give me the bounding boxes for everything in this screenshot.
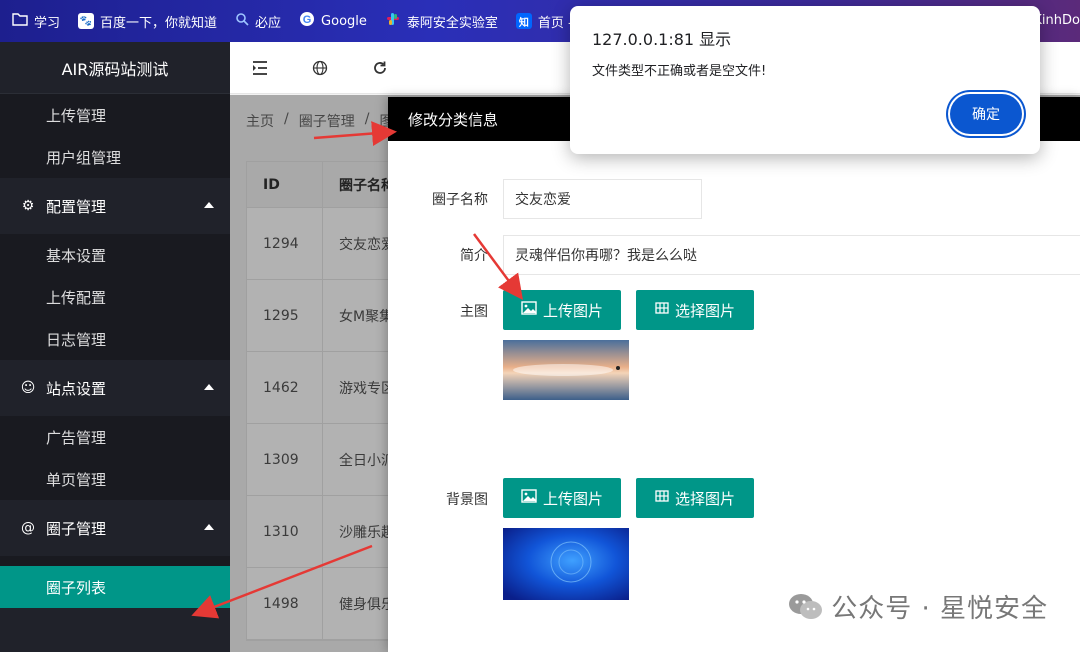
- grid-icon: [655, 302, 669, 318]
- menu-collapse-button[interactable]: [230, 42, 290, 94]
- sidebar-item-circle-list[interactable]: 圈子列表: [0, 566, 230, 608]
- sidebar-item-pages[interactable]: 单页管理: [0, 458, 230, 500]
- refresh-icon: [374, 61, 386, 74]
- caret-up-icon: [204, 384, 214, 390]
- main-image-label: 主图: [460, 304, 488, 320]
- bookmark-bing[interactable]: 必应: [235, 12, 281, 31]
- caret-up-icon: [204, 524, 214, 530]
- bg-image-label: 背景图: [446, 492, 488, 508]
- alert-message: 文件类型不正确或者是空文件!: [592, 64, 767, 79]
- submenu-top: 上传管理 用户组管理: [0, 94, 230, 178]
- upload-bg-image-button[interactable]: 上传图片: [503, 478, 621, 518]
- name-label: 圈子名称: [432, 192, 488, 208]
- bookmark-baidu[interactable]: 🐾 百度一下，你就知道: [78, 12, 217, 31]
- svg-text:G: G: [303, 14, 312, 26]
- select-bg-image-button[interactable]: 选择图片: [636, 478, 754, 518]
- search-icon: [235, 12, 249, 30]
- sidebar-group-site[interactable]: ☺ 站点设置: [0, 360, 230, 416]
- name-input[interactable]: 交友恋爱: [503, 179, 702, 219]
- sidebar: AIR源码站测试 上传管理 用户组管理 ⚙ 配置管理 基本设置 上传配置 日志管…: [0, 42, 230, 652]
- alert-ok-button[interactable]: 确定: [950, 94, 1022, 134]
- sidebar-item-upload-config[interactable]: 上传配置: [0, 276, 230, 318]
- bookmark-zhihu[interactable]: 知 首页 -: [515, 12, 573, 31]
- bg-image-thumbnail[interactable]: [503, 528, 629, 600]
- at-icon: @: [21, 520, 35, 536]
- sidebar-item-logs[interactable]: 日志管理: [0, 318, 230, 360]
- alert-dialog: 127.0.0.1:81 显示 文件类型不正确或者是空文件! 确定: [570, 6, 1040, 154]
- watermark-text: 公众号 · 星悦安全: [831, 594, 1048, 624]
- watermark: 公众号 · 星悦安全: [787, 588, 1048, 625]
- sidebar-group-circle[interactable]: @ 圈子管理: [0, 500, 230, 556]
- intro-input[interactable]: 灵魂伴侣你再哪？我是么么哒: [503, 235, 1080, 275]
- gear-icon: ⚙: [21, 198, 35, 214]
- caret-up-icon: [204, 202, 214, 208]
- upload-main-image-button[interactable]: 上传图片: [503, 290, 621, 330]
- sidebar-item-ads[interactable]: 广告管理: [0, 416, 230, 458]
- smile-icon: ☺: [20, 380, 36, 396]
- indent-icon: [253, 60, 267, 75]
- bookmark-taia[interactable]: 泰阿安全实验室: [385, 11, 498, 31]
- edit-category-modal: 修改分类信息 圈子名称 交友恋爱 简介 灵魂伴侣你再哪？我是么么哒 主图 上传图…: [388, 97, 1080, 652]
- baidu-icon: 🐾: [78, 13, 95, 29]
- submenu-config: 基本设置 上传配置 日志管理: [0, 234, 230, 360]
- image-icon: [521, 489, 537, 507]
- folder-icon: [12, 12, 28, 30]
- sidebar-item-usergroup[interactable]: 用户组管理: [0, 136, 230, 178]
- intro-label: 简介: [460, 248, 488, 264]
- bookmark-google[interactable]: G Google: [299, 11, 367, 31]
- select-main-image-button[interactable]: 选择图片: [636, 290, 754, 330]
- image-icon: [521, 301, 537, 319]
- bookmark-kinhdo[interactable]: KinhDo: [1033, 13, 1080, 28]
- main-image-thumbnail[interactable]: [503, 340, 629, 400]
- refresh-button[interactable]: [350, 42, 410, 94]
- form-row-intro: 简介: [388, 245, 488, 265]
- sidebar-item-upload[interactable]: 上传管理: [0, 94, 230, 136]
- sidebar-item-basic[interactable]: 基本设置: [0, 234, 230, 276]
- submenu-circle: 圈子列表: [0, 556, 230, 608]
- google-icon: G: [299, 11, 315, 31]
- submenu-site: 广告管理 单页管理: [0, 416, 230, 500]
- form-row-main-image: 主图: [388, 301, 488, 321]
- sidebar-group-config[interactable]: ⚙ 配置管理: [0, 178, 230, 234]
- brand-title: AIR源码站测试: [0, 42, 230, 94]
- form-row-bg-image: 背景图: [388, 489, 488, 509]
- bookmark-study[interactable]: 学习: [12, 12, 60, 31]
- form-row-name: 圈子名称: [388, 189, 488, 209]
- grid-icon: [655, 490, 669, 506]
- zhihu-icon: 知: [515, 13, 532, 29]
- globe-icon: [312, 60, 328, 75]
- wechat-icon: [789, 593, 823, 619]
- slack-icon: [385, 11, 401, 31]
- alert-title: 127.0.0.1:81 显示: [592, 30, 732, 49]
- website-button[interactable]: [290, 42, 350, 94]
